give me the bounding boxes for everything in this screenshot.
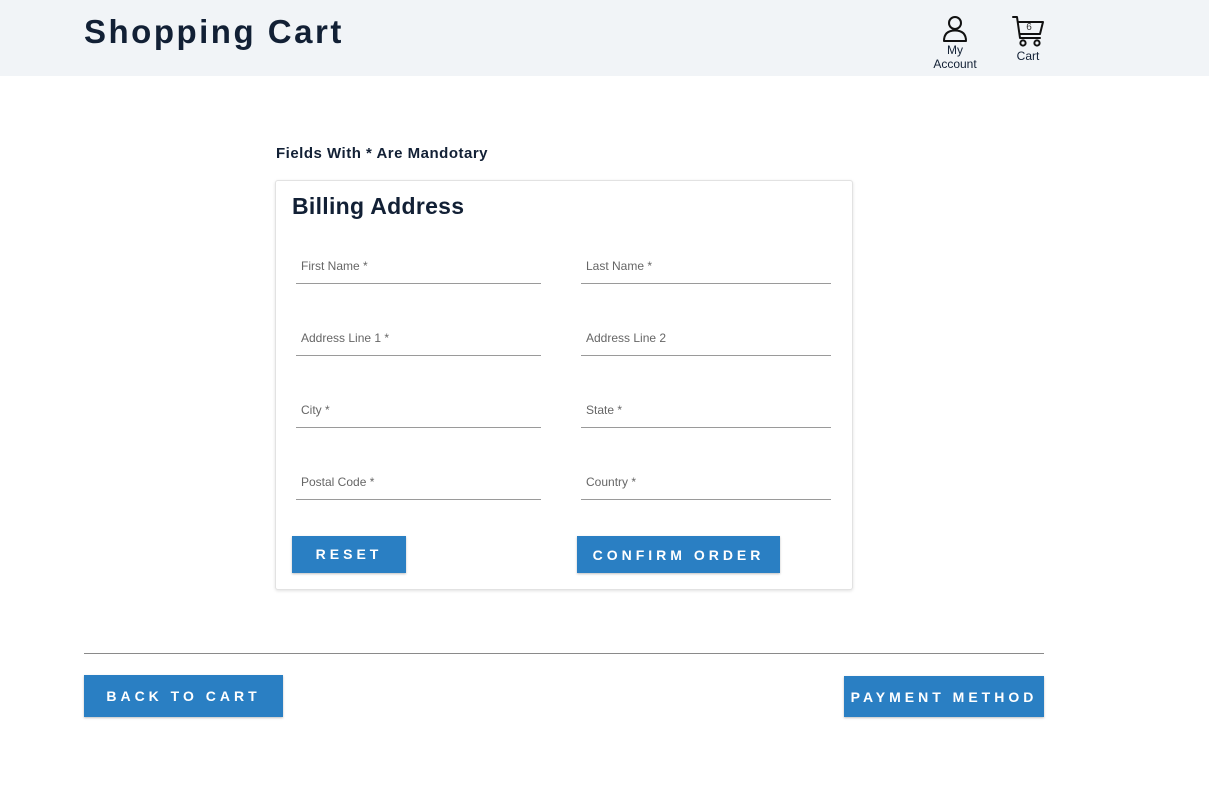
address-line-2-label: Address Line 2 <box>586 331 667 345</box>
top-header: Shopping Cart My Account 6 Cart <box>0 0 1209 76</box>
address-line-1-label: Address Line 1 * <box>301 331 390 345</box>
country-label: Country * <box>586 475 637 489</box>
city-label: City * <box>301 403 330 417</box>
app-title: Shopping Cart <box>84 13 344 50</box>
address-line-1-field[interactable]: Address Line 1 * <box>296 329 541 356</box>
state-label: State * <box>586 403 623 417</box>
confirm-order-button[interactable]: CONFIRM ORDER <box>577 536 780 573</box>
postal-code-field[interactable]: Postal Code * <box>296 473 541 500</box>
mandatory-fields-note: Fields With * Are Mandotary <box>276 145 489 162</box>
my-account-link[interactable]: My Account <box>928 14 982 70</box>
postal-code-label: Postal Code * <box>301 475 375 489</box>
my-account-label-line1: My <box>947 43 963 57</box>
country-field[interactable]: Country * <box>581 473 831 500</box>
reset-button[interactable]: RESET <box>292 536 406 573</box>
last-name-label: Last Name * <box>586 259 653 273</box>
address-line-2-field[interactable]: Address Line 2 <box>581 329 831 356</box>
cart-label: Cart <box>1016 49 1040 63</box>
payment-method-button[interactable]: PAYMENT METHOD <box>844 676 1044 717</box>
back-to-cart-button[interactable]: BACK TO CART <box>84 675 283 717</box>
my-account-label-line2: Account <box>933 57 977 71</box>
cart-count-badge: 6 <box>1026 22 1032 33</box>
user-icon <box>928 14 982 42</box>
billing-address-title: Billing Address <box>292 193 465 219</box>
last-name-field[interactable]: Last Name * <box>581 257 831 284</box>
shopping-cart-icon: 6 <box>1011 14 1045 48</box>
section-divider <box>84 653 1044 654</box>
billing-address-card: Billing Address First Name * Last Name *… <box>275 180 853 590</box>
cart-link[interactable]: 6 Cart <box>1006 14 1050 62</box>
first-name-label: First Name * <box>301 259 368 273</box>
first-name-field[interactable]: First Name * <box>296 257 541 284</box>
state-field[interactable]: State * <box>581 401 831 428</box>
city-field[interactable]: City * <box>296 401 541 428</box>
